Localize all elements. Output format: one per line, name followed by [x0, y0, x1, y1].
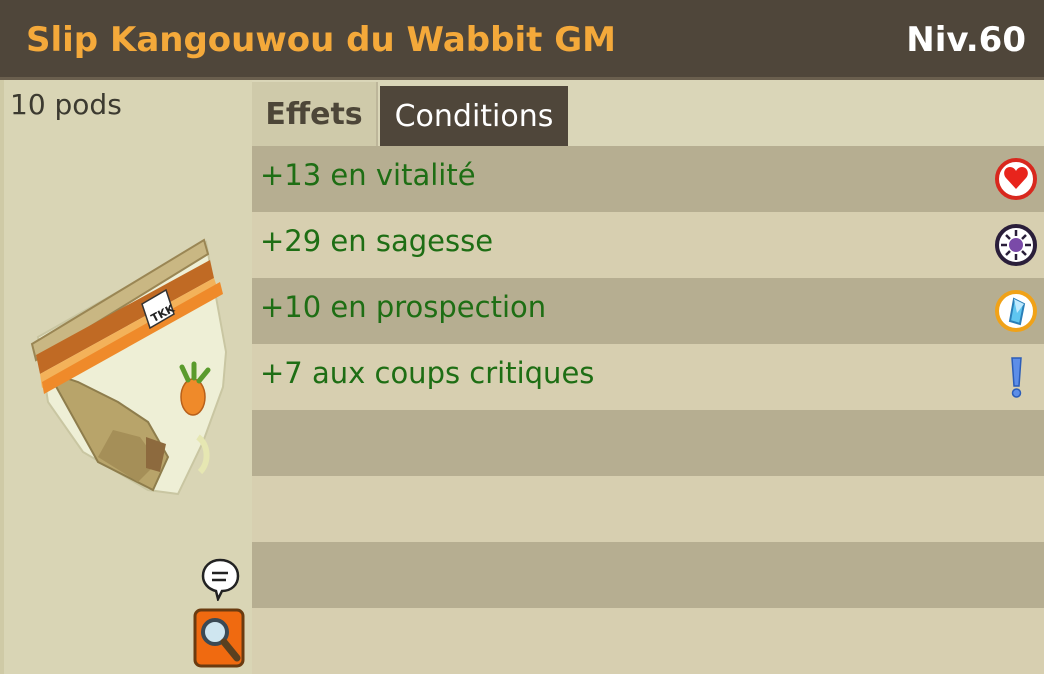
exclamation-icon — [1011, 357, 1022, 398]
item-title-bar: Slip Kangouwou du Wabbit GM Niv.60 — [0, 0, 1044, 80]
effect-row-empty — [252, 476, 1044, 542]
effect-row: +10 en prospection — [252, 278, 1044, 344]
crystal-icon — [995, 290, 1037, 332]
tab-conditions[interactable]: Conditions — [380, 86, 568, 146]
effect-row: +13 en vitalité — [252, 146, 1044, 212]
effect-text: +13 en vitalité — [260, 158, 476, 192]
tab-effets[interactable]: Effets — [252, 82, 378, 146]
effect-text: +29 en sagesse — [260, 224, 494, 258]
effect-row-empty — [252, 608, 1044, 674]
effect-text: +7 aux coups critiques — [260, 356, 595, 390]
effect-row-empty — [252, 410, 1044, 476]
item-weight: 10 pods — [10, 88, 122, 121]
wisdom-icon — [995, 224, 1037, 266]
chat-bubble-icon[interactable] — [200, 557, 240, 601]
kangaroo-underpants-item-icon: TKK — [30, 238, 228, 496]
effect-row: +7 aux coups critiques — [252, 344, 1044, 410]
effects-list: +13 en vitalité +29 en sagesse +10 en pr… — [252, 146, 1044, 674]
magnifier-icon[interactable] — [193, 608, 245, 668]
heart-icon — [995, 158, 1037, 200]
effect-text: +10 en prospection — [260, 290, 547, 324]
effect-row-empty — [252, 542, 1044, 608]
item-name: Slip Kangouwou du Wabbit GM — [26, 20, 616, 60]
effect-row: +29 en sagesse — [252, 212, 1044, 278]
item-level: Niv.60 — [906, 20, 1026, 60]
